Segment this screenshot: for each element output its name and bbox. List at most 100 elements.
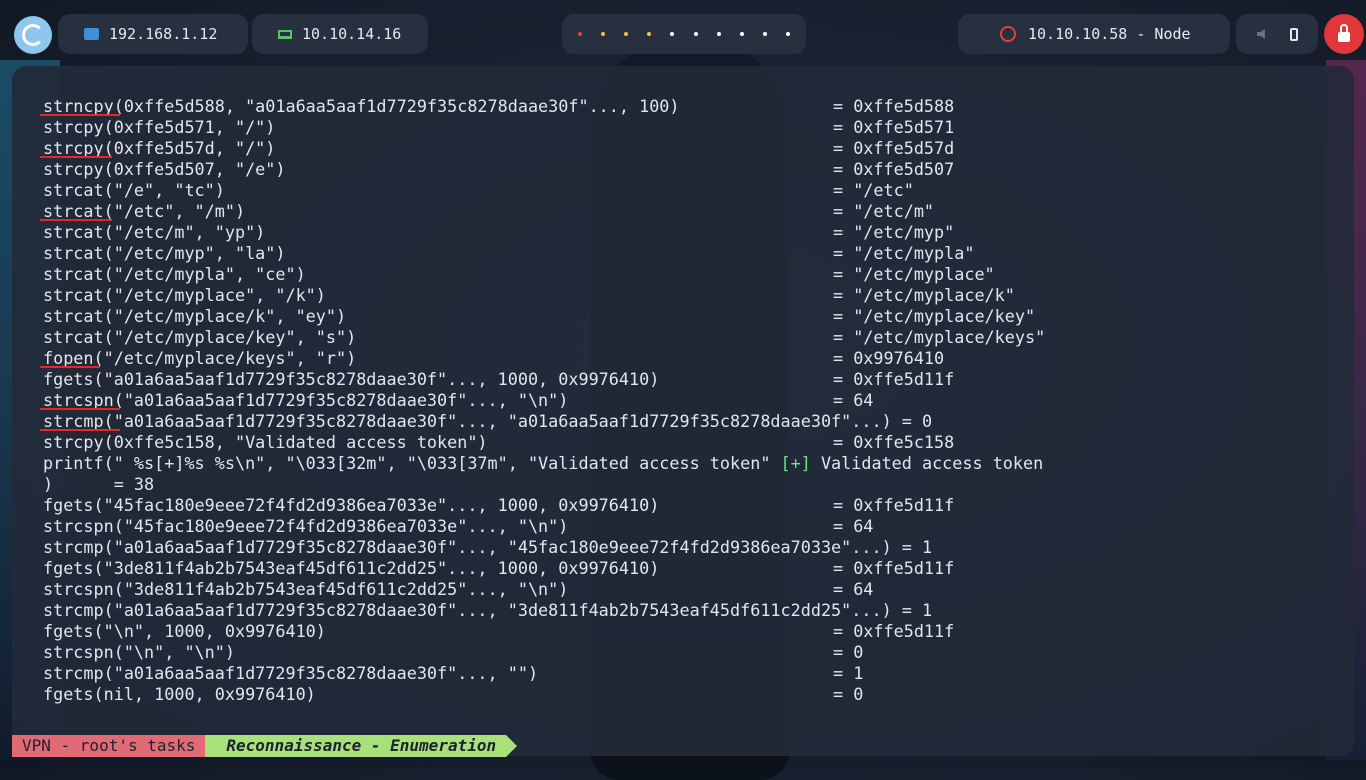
terminal-line: fopen("/etc/myplace/keys", "r") = 0x99764… <box>39 348 1045 369</box>
workspace-dot[interactable] <box>693 32 698 36</box>
return-value: = "/etc/myplace/keys" <box>833 327 1046 347</box>
terminal-line: strcat("/etc/myplace/k", "ey") = "/etc/my… <box>43 306 1045 327</box>
return-value: = 0x9976410 <box>833 348 945 368</box>
syscall-text: fgets("a01a6aa5aaf1d7729f35c8278daae30f"… <box>43 369 660 389</box>
return-value: = 0xffe5d571 <box>833 117 955 137</box>
return-value: = 0xffe5d11f <box>833 558 955 578</box>
terminal-line: strcat("/etc", "/m") = "/etc/m" <box>39 201 1045 222</box>
system-controls <box>1236 14 1318 54</box>
syscall-text: fgets("3de811f4ab2b7543eaf45df611c2dd25"… <box>43 558 660 578</box>
syscall-text: fgets("45fac180e9eee72f4fd2d9386ea7033e"… <box>43 495 660 515</box>
syscall-text: strcpy(0xffe5d57d, "/") <box>43 138 276 158</box>
terminal-line: strcmp("a01a6aa5aaf1d7729f35c8278daae30f… <box>43 537 1045 558</box>
terminal-line: strcpy(0xffe5c158, "Validated access tok… <box>43 432 1045 453</box>
workspace-dot[interactable] <box>763 32 768 36</box>
syscall-text: fgets("\n", 1000, 0x9976410) <box>43 621 326 641</box>
terminal-line: strcmp("a01a6aa5aaf1d7729f35c8278daae30f… <box>43 663 1045 684</box>
return-value: = 0xffe5d57d <box>833 138 955 158</box>
terminal-line: strcpy(0xffe5d507, "/e") = 0xffe5d507 <box>43 159 1045 180</box>
syscall-text: strcat("/etc", "/m") <box>43 201 246 221</box>
workspace-dot[interactable] <box>623 32 628 36</box>
syscall-text: strcpy(0xffe5c158, "Validated access tok… <box>43 432 488 452</box>
terminal-line: strcat("/etc/mypla", "ce") = "/etc/myplac… <box>43 264 1045 285</box>
return-value: = 0xffe5d11f <box>833 495 955 515</box>
syscall-text: strncpy(0xffe5d588, "a01a6aa5aaf1d7729f3… <box>43 96 680 116</box>
syscall-text: strcpy(0xffe5d507, "/e") <box>43 159 286 179</box>
syscall-text: strcat("/e", "tc") <box>43 180 225 200</box>
return-value: = "/etc/myplace/key" <box>833 306 1036 326</box>
workspace-dot[interactable] <box>786 32 791 36</box>
workspace-dot[interactable] <box>647 32 652 36</box>
return-value: = "/etc/m" <box>833 201 935 221</box>
return-value: = 0 <box>833 642 864 662</box>
workspace-dot[interactable] <box>670 32 675 36</box>
syscall-text: strcspn("a01a6aa5aaf1d7729f35c8278daae30… <box>43 390 569 410</box>
battery-icon[interactable] <box>1289 27 1298 41</box>
workspace-dot[interactable] <box>600 32 605 36</box>
terminal-line: strcspn("3de811f4ab2b7543eaf45df611c2dd2… <box>43 579 1045 600</box>
target-widget[interactable]: 10.10.10.58 - Node <box>958 14 1230 54</box>
terminal-line: strcat("/e", "tc") = "/etc" <box>43 180 1045 201</box>
terminal-line: fgets("3de811f4ab2b7543eaf45df611c2dd25"… <box>43 558 1045 579</box>
syscall-text: strcat("/etc/myplace", "/k") <box>43 285 326 305</box>
app-launcher-button[interactable] <box>14 16 52 54</box>
syscall-text: strcspn("\n", "\n") <box>43 642 235 662</box>
terminal-line: strcat("/etc/myplace", "/k") = "/etc/mypl… <box>43 285 1045 306</box>
syscall-text: fgets(nil, 1000, 0x9976410) <box>43 684 316 704</box>
terminal-window[interactable]: strncpy(0xffe5d588, "a01a6aa5aaf1d7729f3… <box>12 66 1354 756</box>
return-value: = 0xffe5d11f <box>833 369 955 389</box>
workspace-dot[interactable] <box>739 32 744 36</box>
crosshair-icon <box>1000 26 1016 42</box>
syscall-text: strcat("/etc/myplace/key", "s") <box>43 327 357 347</box>
network-icon <box>84 28 99 40</box>
terminal-line: printf(" %s[+]%s %s\n", "\033[32m", "\03… <box>43 453 1045 474</box>
workspace-dot[interactable] <box>577 32 582 36</box>
vpn-ip-widget[interactable]: 10.10.14.16 <box>252 14 428 54</box>
return-value: = 0xffe5d11f <box>833 621 955 641</box>
syscall-text: strcat("/etc/myp", "la") <box>43 243 286 263</box>
syscall-text: strcspn("3de811f4ab2b7543eaf45df611c2dd2… <box>43 579 569 599</box>
success-marker: [+] <box>780 453 811 473</box>
return-value: = 0xffe5d588 <box>833 96 955 116</box>
syscall-text: ) = 38 <box>43 474 155 494</box>
tmux-status-bar: VPN - root's tasks Reconnaissance - Enum… <box>12 735 517 757</box>
terminal-line: strcspn("45fac180e9eee72f4fd2d9386ea7033… <box>43 516 1045 537</box>
syscall-text: strcpy(0xffe5d571, "/") <box>43 117 276 137</box>
return-value: = 64 <box>833 516 874 536</box>
syscall-text: strcat("/etc/mypla", "ce") <box>43 264 306 284</box>
syscall-text: strcat("/etc/myplace/k", "ey") <box>43 306 347 326</box>
workspace-switcher[interactable] <box>562 14 806 54</box>
active-window-name[interactable]: Reconnaissance - Enumeration <box>205 735 517 757</box>
return-value: = "/etc/myplace/k" <box>833 285 1015 305</box>
return-value: = "/etc/mypla" <box>833 243 975 263</box>
syscall-text: strcspn("45fac180e9eee72f4fd2d9386ea7033… <box>43 516 569 536</box>
local-ip-label: 192.168.1.12 <box>109 25 218 43</box>
lock-icon <box>1338 24 1350 42</box>
terminal-line: fgets("\n", 1000, 0x9976410) = 0xffe5d11f <box>43 621 1045 642</box>
local-ip-widget[interactable]: 192.168.1.12 <box>58 14 248 54</box>
terminal-line: strcpy(0xffe5d57d, "/") = 0xffe5d57d <box>39 138 1045 159</box>
terminal-line: ) = 38 <box>43 474 1045 495</box>
terminal-line: strcat("/etc/m", "yp") = "/etc/myp" <box>43 222 1045 243</box>
lock-screen-button[interactable] <box>1324 14 1364 54</box>
workspace-dot[interactable] <box>716 32 721 36</box>
terminal-line: strcmp("a01a6aa5aaf1d7729f35c8278daae30f… <box>39 411 1045 432</box>
terminal-line: strcat("/etc/myplace/key", "s") = "/etc/m… <box>43 327 1045 348</box>
terminal-line: strcat("/etc/myp", "la") = "/etc/mypla" <box>43 243 1045 264</box>
volume-muted-icon[interactable] <box>1256 29 1265 39</box>
terminal-line: fgets("45fac180e9eee72f4fd2d9386ea7033e"… <box>43 495 1045 516</box>
debian-logo-icon <box>22 24 44 46</box>
laptop-icon <box>278 29 292 39</box>
syscall-text: fopen("/etc/myplace/keys", "r") <box>43 348 357 368</box>
session-name[interactable]: VPN - root's tasks <box>12 735 217 757</box>
return-value: = 64 <box>833 579 874 599</box>
terminal-output: strncpy(0xffe5d588, "a01a6aa5aaf1d7729f3… <box>39 96 1045 705</box>
return-value: = 0xffe5c158 <box>833 432 955 452</box>
terminal-line: fgets(nil, 1000, 0x9976410) = 0 <box>43 684 1045 705</box>
terminal-line: strncpy(0xffe5d588, "a01a6aa5aaf1d7729f3… <box>39 96 1045 117</box>
terminal-line: strcspn("\n", "\n") = 0 <box>43 642 1045 663</box>
syscall-text: printf(" %s[+]%s %s\n", "\033[32m", "\03… <box>43 453 781 473</box>
terminal-line: strcmp("a01a6aa5aaf1d7729f35c8278daae30f… <box>43 600 1045 621</box>
terminal-line: fgets("a01a6aa5aaf1d7729f35c8278daae30f"… <box>43 369 1045 390</box>
terminal-line: strcpy(0xffe5d571, "/") = 0xffe5d571 <box>43 117 1045 138</box>
